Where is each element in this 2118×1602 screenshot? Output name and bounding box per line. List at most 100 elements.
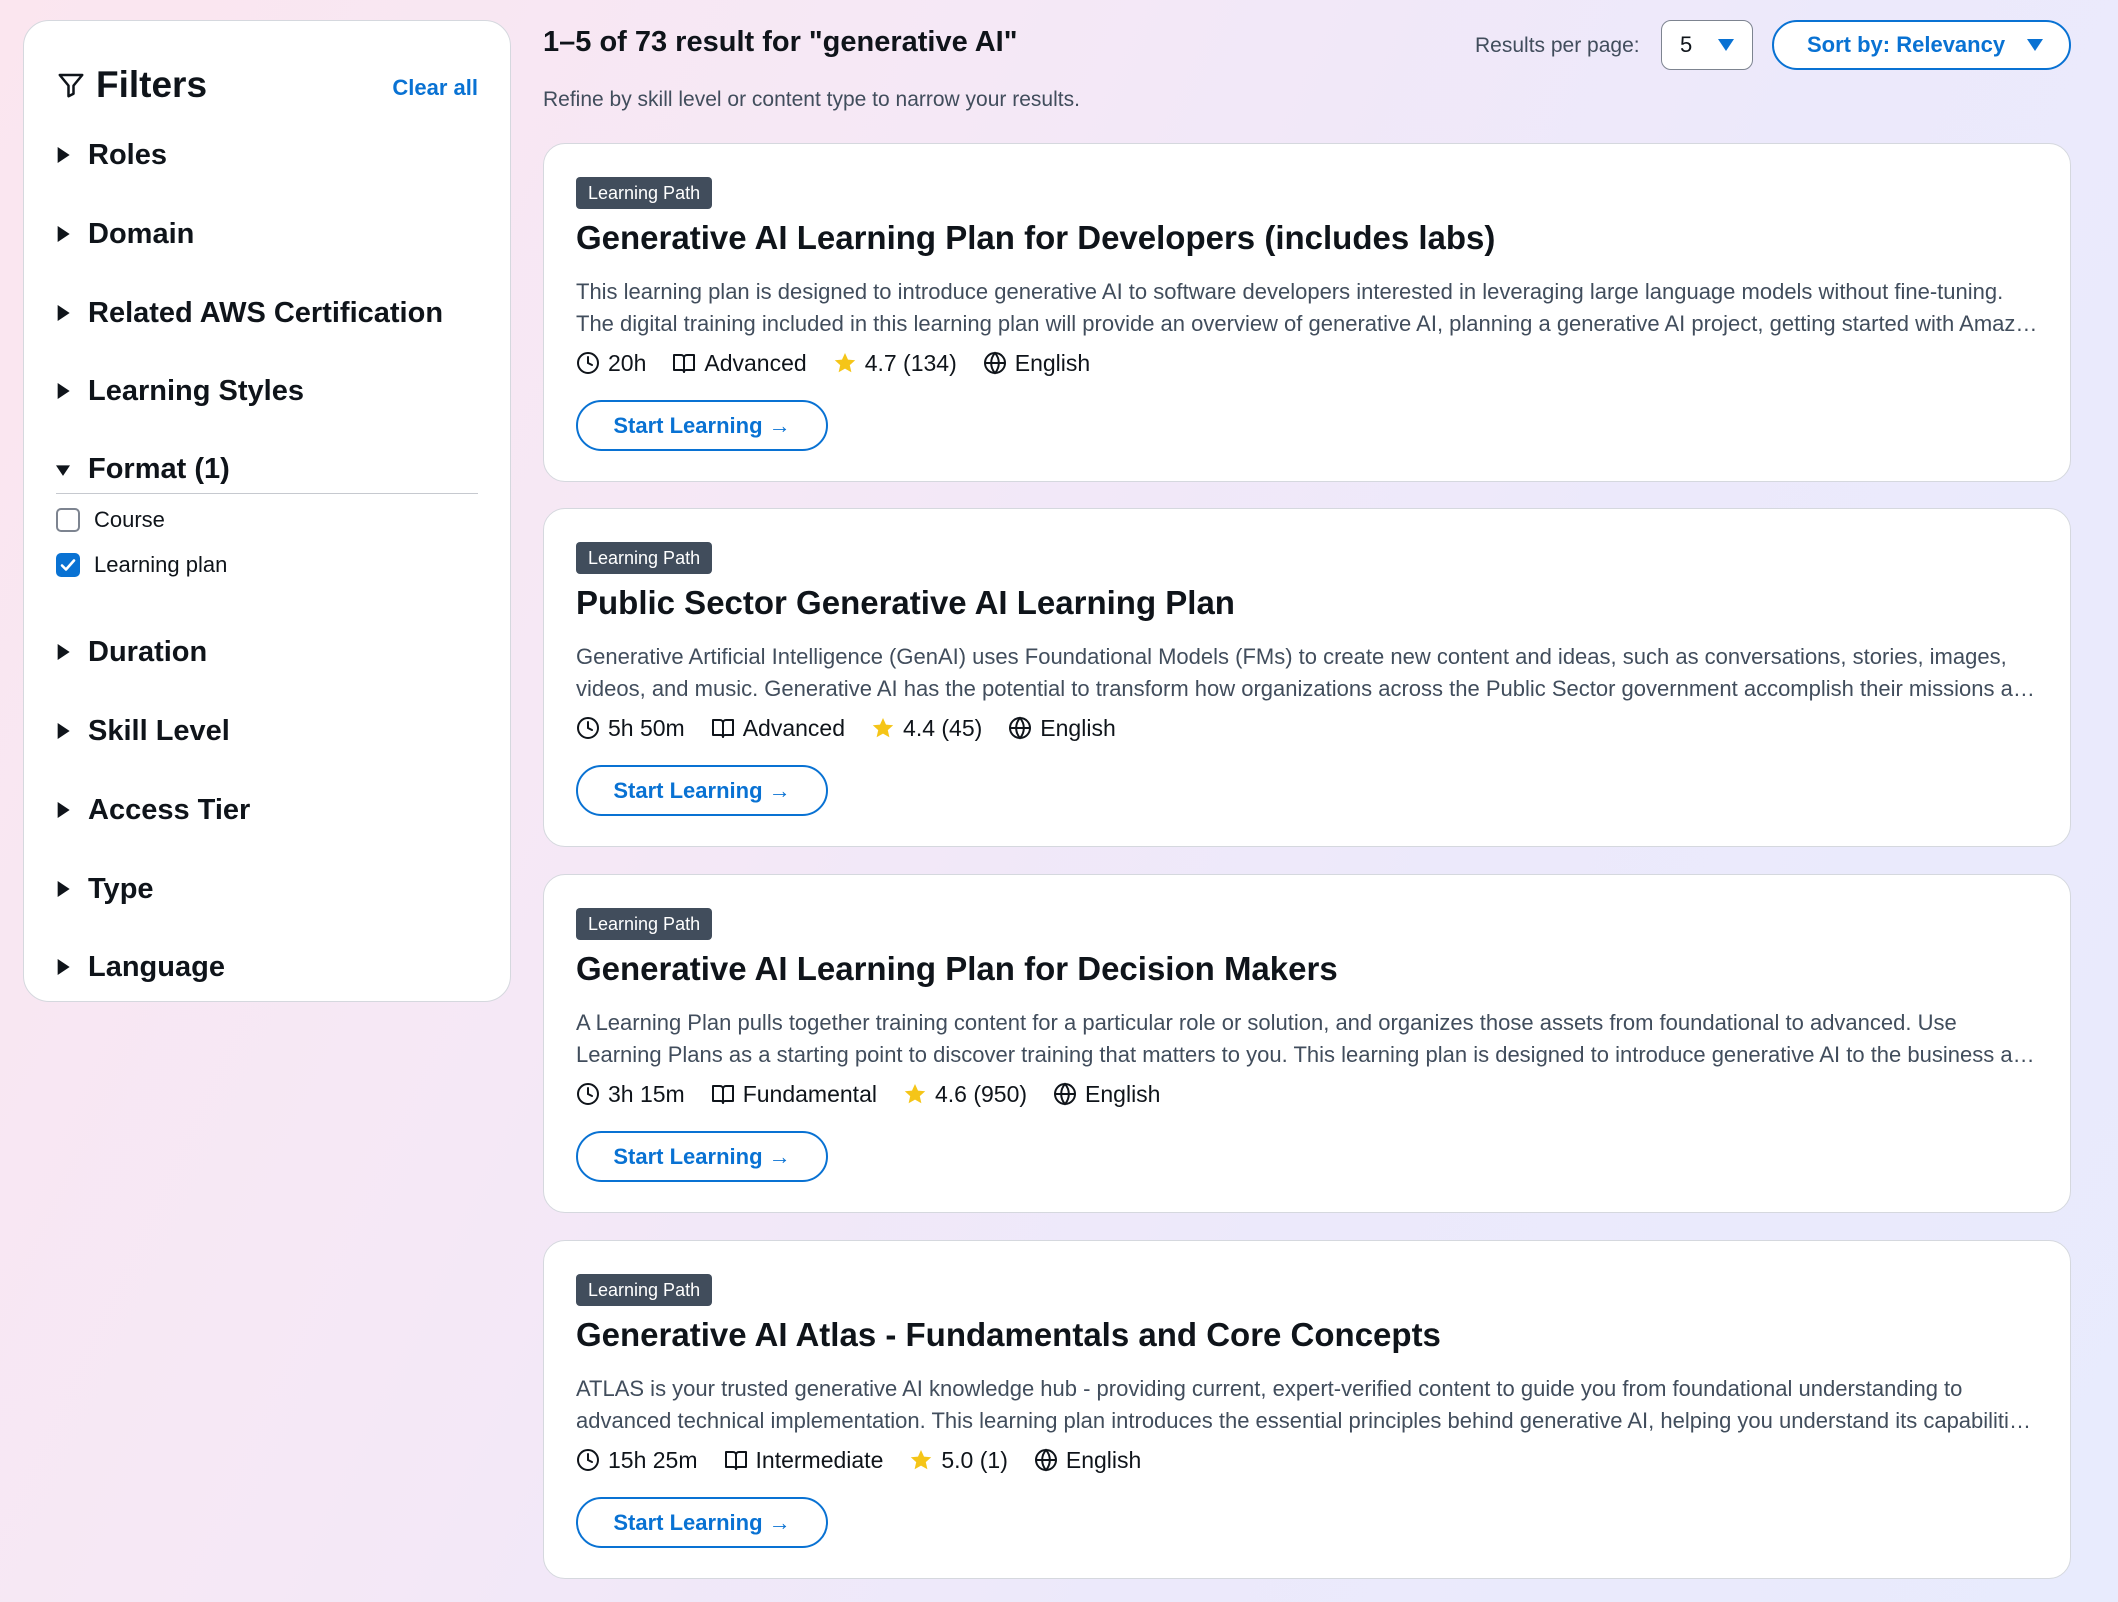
language: English	[1008, 715, 1116, 742]
facet-type[interactable]: Type	[56, 865, 478, 913]
language-value: English	[1085, 1080, 1161, 1107]
result-card: Learning Path Generative AI Learning Pla…	[543, 143, 2071, 482]
facet-label: Access Tier	[88, 793, 251, 826]
skill-level-value: Advanced	[704, 349, 807, 376]
filters-heading: Filters	[96, 64, 208, 105]
start-learning-button[interactable]: Start Learning →	[576, 1497, 828, 1548]
facet-label: Language	[88, 950, 225, 983]
book-icon	[673, 354, 696, 373]
card-description: This learning plan is designed to introd…	[576, 279, 2040, 336]
results-subtitle: Refine by skill level or content type to…	[543, 88, 1080, 111]
card-description: Generative Artificial Intelligence (GenA…	[576, 644, 2038, 701]
rating-value: 4.7 (134)	[864, 349, 957, 376]
learning-plan-checkbox[interactable]	[56, 553, 80, 577]
results-count-title: 1–5 of 73 result for "generative AI"	[543, 26, 1018, 58]
facet-access-tier[interactable]: Access Tier	[56, 786, 478, 834]
start-learning-button[interactable]: Start Learning →	[576, 400, 828, 451]
caret-right-icon	[57, 383, 70, 399]
rating: 4.6 (950)	[903, 1081, 1027, 1108]
sort-label: Sort by: Relevancy	[1807, 32, 2006, 57]
rating: 4.4 (45)	[871, 715, 982, 742]
content-type-badge: Learning Path	[576, 542, 713, 574]
star-icon	[834, 353, 855, 373]
caret-right-icon	[57, 959, 70, 975]
facet-label: Learning Styles	[88, 374, 304, 407]
facet-label: Related AWS Certification	[88, 296, 444, 329]
caret-down-icon	[2027, 39, 2043, 51]
language: English	[1053, 1081, 1160, 1108]
rating: 4.7 (134)	[833, 350, 957, 377]
clock-icon	[577, 352, 599, 374]
skill-level-value: Advanced	[742, 714, 846, 741]
option-label: Course	[94, 507, 165, 532]
caret-right-icon	[57, 644, 70, 660]
card-description: A Learning Plan pulls together training …	[576, 1010, 2038, 1067]
card-meta: 5h 50m Advanced 4.4 (45) English	[576, 712, 1116, 744]
facet-duration[interactable]: Duration	[56, 628, 478, 676]
rating-value: 4.4 (45)	[903, 714, 983, 741]
card-title[interactable]: Generative AI Learning Plan for Develope…	[576, 219, 1495, 257]
start-learning-button[interactable]: Start Learning →	[576, 1131, 828, 1182]
duration-value: 20h	[608, 349, 647, 376]
card-description: ATLAS is your trusted generative AI know…	[576, 1376, 2033, 1433]
book-icon	[724, 1451, 747, 1470]
start-learning-label: Start Learning →	[613, 1143, 791, 1169]
facet-language[interactable]: Language	[56, 943, 478, 991]
results-per-page-select[interactable]: 5	[1661, 20, 1753, 70]
caret-right-icon	[57, 723, 70, 739]
rating-value: 4.6 (950)	[934, 1080, 1028, 1107]
content-type-badge: Learning Path	[576, 1274, 713, 1306]
start-learning-button[interactable]: Start Learning →	[576, 765, 828, 816]
skill-level: Advanced	[672, 349, 807, 377]
card-meta: 15h 25m Intermediate 5.0 (1) English	[576, 1444, 1141, 1476]
facet-skill-level[interactable]: Skill Level	[56, 707, 478, 755]
card-meta: 20h Advanced 4.7 (134) English	[576, 347, 1090, 379]
duration: 15h 25m	[576, 1447, 698, 1474]
duration: 20h	[576, 350, 646, 377]
caret-right-icon	[57, 305, 70, 321]
duration: 3h 15m	[576, 1081, 685, 1108]
globe-icon	[1034, 1448, 1057, 1472]
checkmark-icon	[60, 559, 76, 571]
caret-right-icon	[57, 226, 70, 242]
caret-right-icon	[57, 147, 70, 163]
clear-all-link[interactable]: Clear all	[392, 75, 478, 101]
sort-dropdown[interactable]: Sort by: Relevancy	[1772, 20, 2071, 70]
filters-title: Filters	[56, 64, 207, 106]
facet-label: Duration	[88, 635, 208, 668]
duration-value: 15h 25m	[608, 1446, 698, 1473]
results-per-page-label: Results per page:	[1475, 34, 1640, 57]
funnel-icon	[58, 73, 84, 98]
rating-value: 5.0 (1)	[941, 1446, 1008, 1473]
card-title[interactable]: Generative AI Learning Plan for Decision…	[576, 950, 1338, 988]
caret-down-icon	[56, 464, 70, 476]
globe-icon	[1009, 716, 1032, 740]
star-icon	[911, 1450, 932, 1470]
clock-icon	[577, 717, 599, 739]
card-title[interactable]: Generative AI Atlas - Fundamentals and C…	[576, 1316, 1441, 1354]
skill-level: Fundamental	[711, 1081, 877, 1108]
duration-value: 3h 15m	[608, 1080, 685, 1107]
facet-learning-styles[interactable]: Learning Styles	[56, 367, 478, 415]
caret-right-icon	[57, 881, 70, 897]
course-checkbox[interactable]	[56, 508, 80, 532]
book-icon	[711, 719, 734, 738]
clock-icon	[577, 1083, 599, 1105]
facet-format[interactable]: Format (1)	[56, 446, 478, 494]
skill-level: Intermediate	[724, 1447, 883, 1474]
facet-domain[interactable]: Domain	[56, 210, 478, 258]
clock-icon	[577, 1449, 599, 1471]
skill-level-value: Fundamental	[742, 1080, 877, 1107]
format-option-course[interactable]: Course	[56, 504, 165, 536]
start-learning-label: Start Learning →	[613, 777, 791, 803]
duration: 5h 50m	[576, 715, 685, 742]
filters-sidebar: Filters Clear all Roles Domain Related A…	[23, 20, 511, 1002]
card-title[interactable]: Public Sector Generative AI Learning Pla…	[576, 584, 1235, 622]
option-label: Learning plan	[94, 552, 228, 577]
facet-roles[interactable]: Roles	[56, 131, 478, 179]
rating: 5.0 (1)	[909, 1446, 1008, 1474]
facet-label: Type	[88, 872, 154, 905]
facet-label: Skill Level	[88, 714, 230, 747]
facet-related-certification[interactable]: Related AWS Certification	[56, 289, 478, 337]
format-option-learning-plan[interactable]: Learning plan	[56, 549, 227, 581]
